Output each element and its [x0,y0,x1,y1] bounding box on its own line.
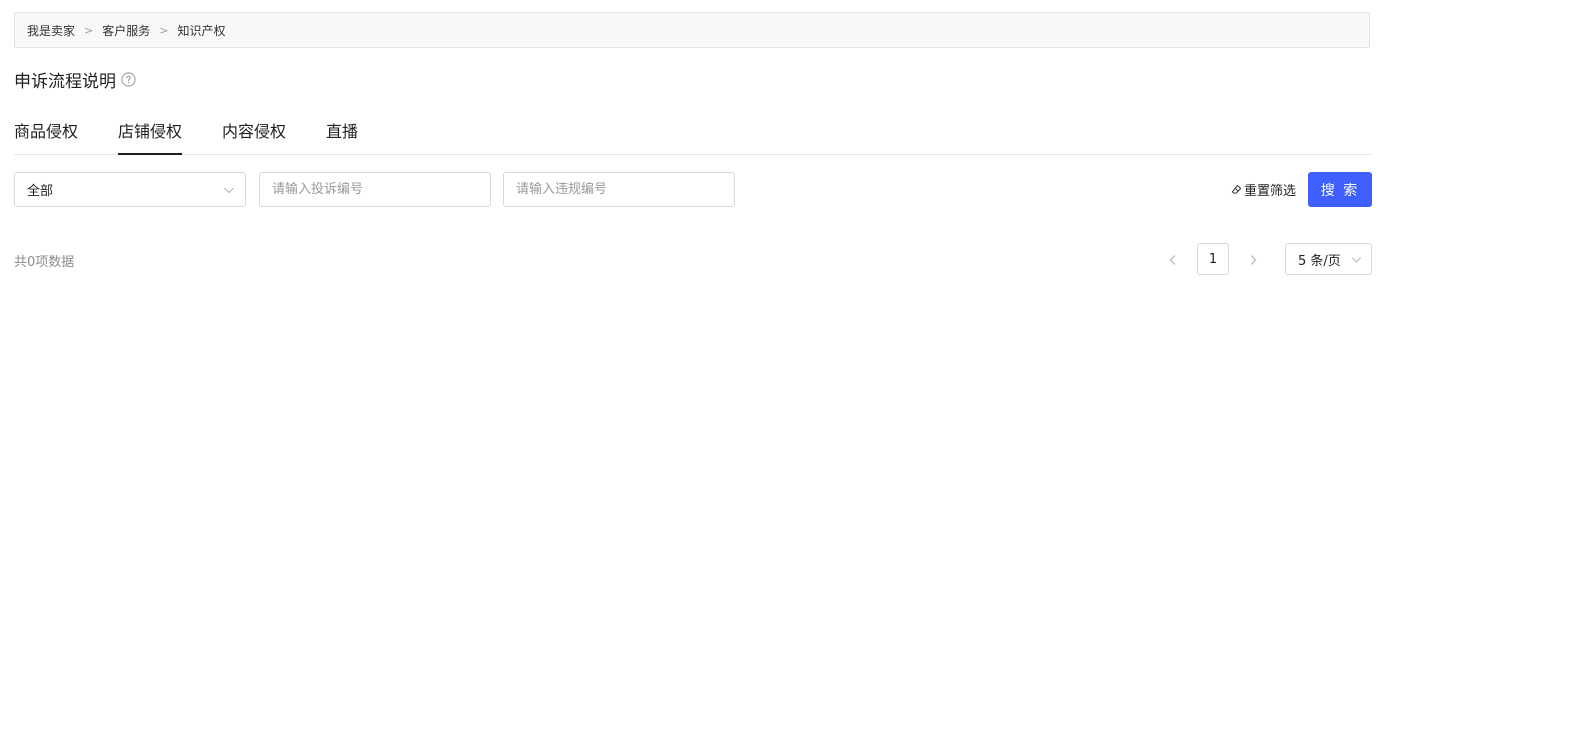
page: 我是卖家 > 客户服务 > 知识产权 申诉流程说明 商品侵权 店铺侵权 内容侵权… [0,0,1570,753]
filter-bar: 全部 重置筛选 搜 索 [14,172,1372,208]
violation-number-input[interactable] [503,172,735,207]
page-title-row: 申诉流程说明 [14,67,136,92]
breadcrumb-separator: > [84,23,94,37]
tab-live[interactable]: 直播 [326,112,358,154]
total-count: 共0项数据 [14,255,75,270]
chevron-down-icon [1351,254,1362,265]
chevron-down-icon [223,184,235,196]
type-select[interactable]: 全部 [14,172,246,207]
breadcrumb-item-customer-service[interactable]: 客户服务 [102,22,150,39]
page-size-select[interactable]: 5 条/页 [1285,243,1372,275]
reset-filter-button[interactable]: 重置筛选 [1231,180,1296,199]
search-button[interactable]: 搜 索 [1308,172,1372,207]
question-circle-icon[interactable] [121,71,136,87]
chevron-right-icon[interactable] [1246,252,1260,266]
tab-product-infringement[interactable]: 商品侵权 [14,112,78,154]
chevron-left-icon[interactable] [1166,252,1180,266]
tab-bar: 商品侵权 店铺侵权 内容侵权 直播 [14,112,1372,155]
tab-content-infringement[interactable]: 内容侵权 [222,112,286,154]
breadcrumb-separator: > [159,23,169,37]
eraser-icon [1231,184,1242,195]
pagination-current-page[interactable]: 1 [1197,243,1229,275]
page-title: 申诉流程说明 [14,71,116,92]
complaint-number-input[interactable] [259,172,491,207]
type-select-value: 全部 [27,184,54,199]
breadcrumb-item-ip: 知识产权 [177,23,226,38]
reset-filter-label: 重置筛选 [1243,184,1296,199]
breadcrumb: 我是卖家 > 客户服务 > 知识产权 [14,12,1370,48]
breadcrumb-item-seller[interactable]: 我是卖家 [27,22,75,39]
tab-store-infringement[interactable]: 店铺侵权 [118,112,183,155]
page-size-value: 5 条/页 [1298,253,1341,269]
